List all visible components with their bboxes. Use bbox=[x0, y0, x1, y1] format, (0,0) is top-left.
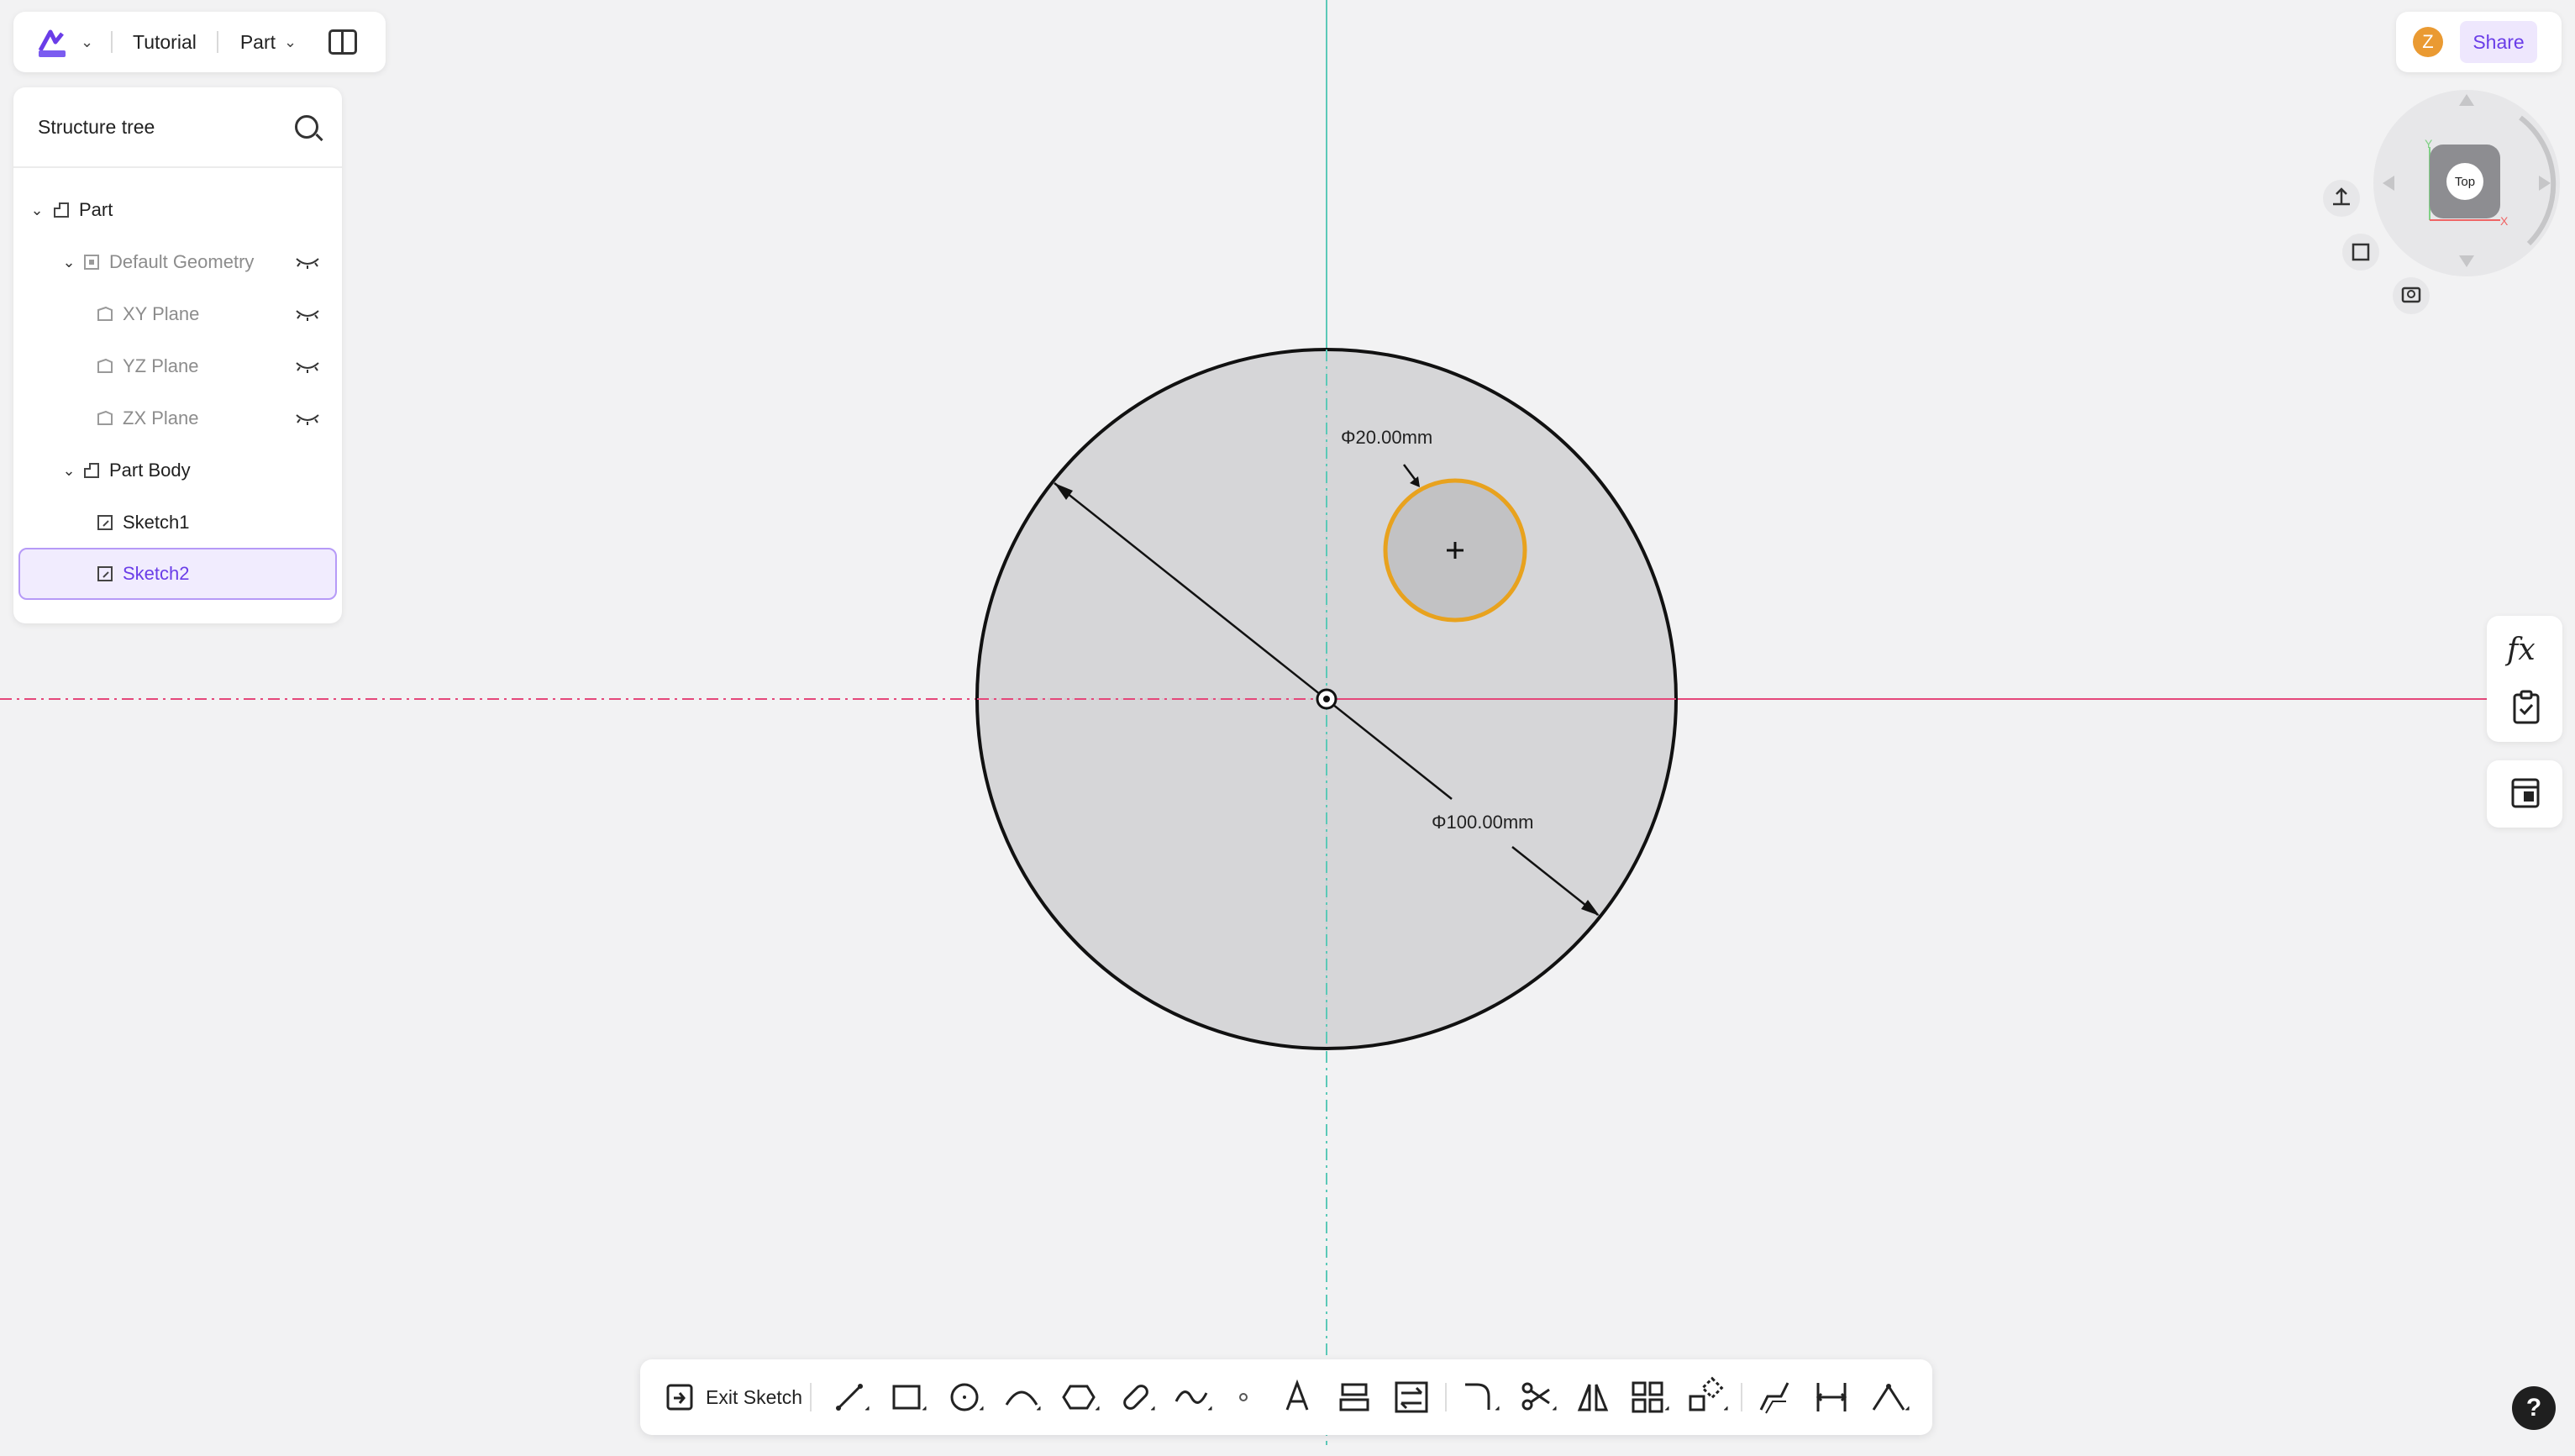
right-toolbar-secondary bbox=[2487, 760, 2562, 828]
trim-tool-icon[interactable] bbox=[1517, 1376, 1559, 1418]
tree-item-sketch2[interactable]: Sketch2 bbox=[18, 548, 337, 600]
tree-item-yz-plane[interactable]: YZ Plane bbox=[13, 341, 342, 392]
divider bbox=[810, 1383, 812, 1411]
transform-tool-icon[interactable] bbox=[1687, 1376, 1729, 1418]
mirror-tool-icon[interactable] bbox=[1573, 1376, 1615, 1418]
dimension-tool-icon[interactable] bbox=[1811, 1376, 1853, 1418]
sketch-toolbar: Exit Sketch bbox=[640, 1359, 1932, 1435]
exit-sketch-label: Exit Sketch bbox=[706, 1385, 803, 1408]
polygon-tool-icon[interactable] bbox=[1059, 1376, 1101, 1418]
offset-tool-icon[interactable] bbox=[1754, 1376, 1796, 1418]
home-view-icon[interactable] bbox=[2323, 180, 2360, 217]
drawing-icon[interactable] bbox=[2510, 777, 2541, 809]
checklist-icon[interactable] bbox=[2512, 690, 2541, 725]
tree-item-label: ZX Plane bbox=[123, 407, 199, 428]
slot-tool-icon[interactable] bbox=[1116, 1376, 1158, 1418]
display-mode-icon[interactable] bbox=[2393, 277, 2430, 314]
tree-item-sketch1[interactable]: Sketch1 bbox=[13, 497, 342, 548]
tree-item-label: Sketch1 bbox=[123, 512, 190, 533]
line-tool-icon[interactable] bbox=[830, 1376, 872, 1418]
tree-item-label: Sketch2 bbox=[123, 563, 190, 584]
app-logo-icon bbox=[38, 29, 66, 57]
chevron-down-icon[interactable]: ⌄ bbox=[60, 254, 77, 271]
chevron-down-icon[interactable]: ⌄ bbox=[29, 202, 45, 219]
share-area: Z Share bbox=[2396, 12, 2562, 72]
inner-diameter-label[interactable]: Φ20.00mm bbox=[1341, 427, 1432, 449]
tree-item-label: Default Geometry bbox=[109, 251, 255, 272]
tree-item-default-geometry[interactable]: ⌄ Default Geometry bbox=[13, 237, 342, 287]
tree-item-part[interactable]: ⌄ Part bbox=[13, 185, 342, 235]
view-cube-label: Top bbox=[2455, 175, 2475, 189]
rectangle-tool-icon[interactable] bbox=[887, 1376, 929, 1418]
plane-icon bbox=[97, 358, 113, 373]
tree-item-label: YZ Plane bbox=[123, 355, 199, 376]
divider bbox=[1741, 1383, 1742, 1411]
project-name[interactable]: Tutorial bbox=[113, 31, 217, 54]
arc-tool-icon[interactable] bbox=[1001, 1376, 1043, 1418]
share-button[interactable]: Share bbox=[2460, 21, 2537, 63]
structure-tree-header: Structure tree bbox=[13, 87, 342, 168]
tree-item-label: Part Body bbox=[109, 460, 191, 481]
exit-sketch-icon bbox=[666, 1384, 693, 1411]
user-avatar[interactable]: Z bbox=[2413, 27, 2443, 57]
mode-label: Part bbox=[239, 30, 276, 53]
chevron-down-icon: ⌄ bbox=[81, 33, 94, 50]
plane-icon bbox=[97, 306, 113, 321]
sketch-canvas[interactable]: Top Y X bbox=[0, 0, 2575, 1456]
fillet-tool-icon[interactable] bbox=[1460, 1376, 1502, 1418]
structure-tree-title: Structure tree bbox=[38, 115, 155, 138]
eye-closed-icon[interactable] bbox=[295, 412, 320, 425]
convert-tool-icon[interactable] bbox=[1391, 1376, 1433, 1418]
part-icon bbox=[54, 202, 69, 218]
circle-tool-icon[interactable] bbox=[944, 1376, 986, 1418]
mode-dropdown[interactable]: Part ⌄ bbox=[218, 31, 317, 54]
pattern-tool-icon[interactable] bbox=[1628, 1376, 1670, 1418]
text-tool-icon[interactable] bbox=[1277, 1376, 1319, 1418]
panel-toggle-icon[interactable] bbox=[328, 29, 358, 55]
fit-view-icon[interactable] bbox=[2342, 234, 2379, 271]
formula-icon[interactable]: fx bbox=[2507, 633, 2536, 667]
structure-tree-panel: Structure tree ⌄ Part ⌄ Default Geometry… bbox=[13, 87, 342, 623]
help-button[interactable]: ? bbox=[2512, 1386, 2556, 1430]
app-menu[interactable]: ⌄ bbox=[35, 25, 111, 59]
tree-item-label: XY Plane bbox=[123, 303, 200, 324]
right-toolbar: fx bbox=[2487, 616, 2562, 742]
eye-closed-icon[interactable] bbox=[295, 255, 320, 269]
constraint-tool-icon[interactable] bbox=[1868, 1376, 1910, 1418]
body-icon bbox=[84, 463, 99, 478]
plane-icon bbox=[97, 410, 113, 425]
svg-text:Y: Y bbox=[2425, 137, 2433, 150]
eye-closed-icon[interactable] bbox=[295, 307, 320, 321]
tree-item-xy-plane[interactable]: XY Plane bbox=[13, 289, 342, 339]
exit-sketch-button[interactable]: Exit Sketch bbox=[665, 1376, 802, 1418]
project-tool-icon[interactable] bbox=[1334, 1376, 1376, 1418]
outer-diameter-label[interactable]: Φ100.00mm bbox=[1432, 812, 1534, 833]
eye-closed-icon[interactable] bbox=[295, 360, 320, 373]
svg-text:X: X bbox=[2500, 214, 2509, 228]
view-navigator[interactable]: Top Y X bbox=[2373, 90, 2560, 276]
tree-item-zx-plane[interactable]: ZX Plane bbox=[13, 393, 342, 444]
geometry-folder-icon bbox=[84, 255, 99, 270]
chevron-down-icon[interactable]: ⌄ bbox=[60, 462, 77, 480]
tree-item-label: Part bbox=[79, 199, 113, 220]
spline-tool-icon[interactable] bbox=[1173, 1376, 1215, 1418]
tree-item-part-body[interactable]: ⌄ Part Body bbox=[13, 445, 342, 496]
divider bbox=[1445, 1383, 1447, 1411]
sketch-icon bbox=[97, 566, 113, 581]
top-bar: ⌄ Tutorial Part ⌄ bbox=[13, 12, 386, 72]
chevron-down-icon: ⌄ bbox=[284, 33, 297, 50]
sketch-icon bbox=[97, 515, 113, 530]
search-icon[interactable] bbox=[295, 115, 318, 139]
point-tool-icon[interactable] bbox=[1225, 1376, 1267, 1418]
